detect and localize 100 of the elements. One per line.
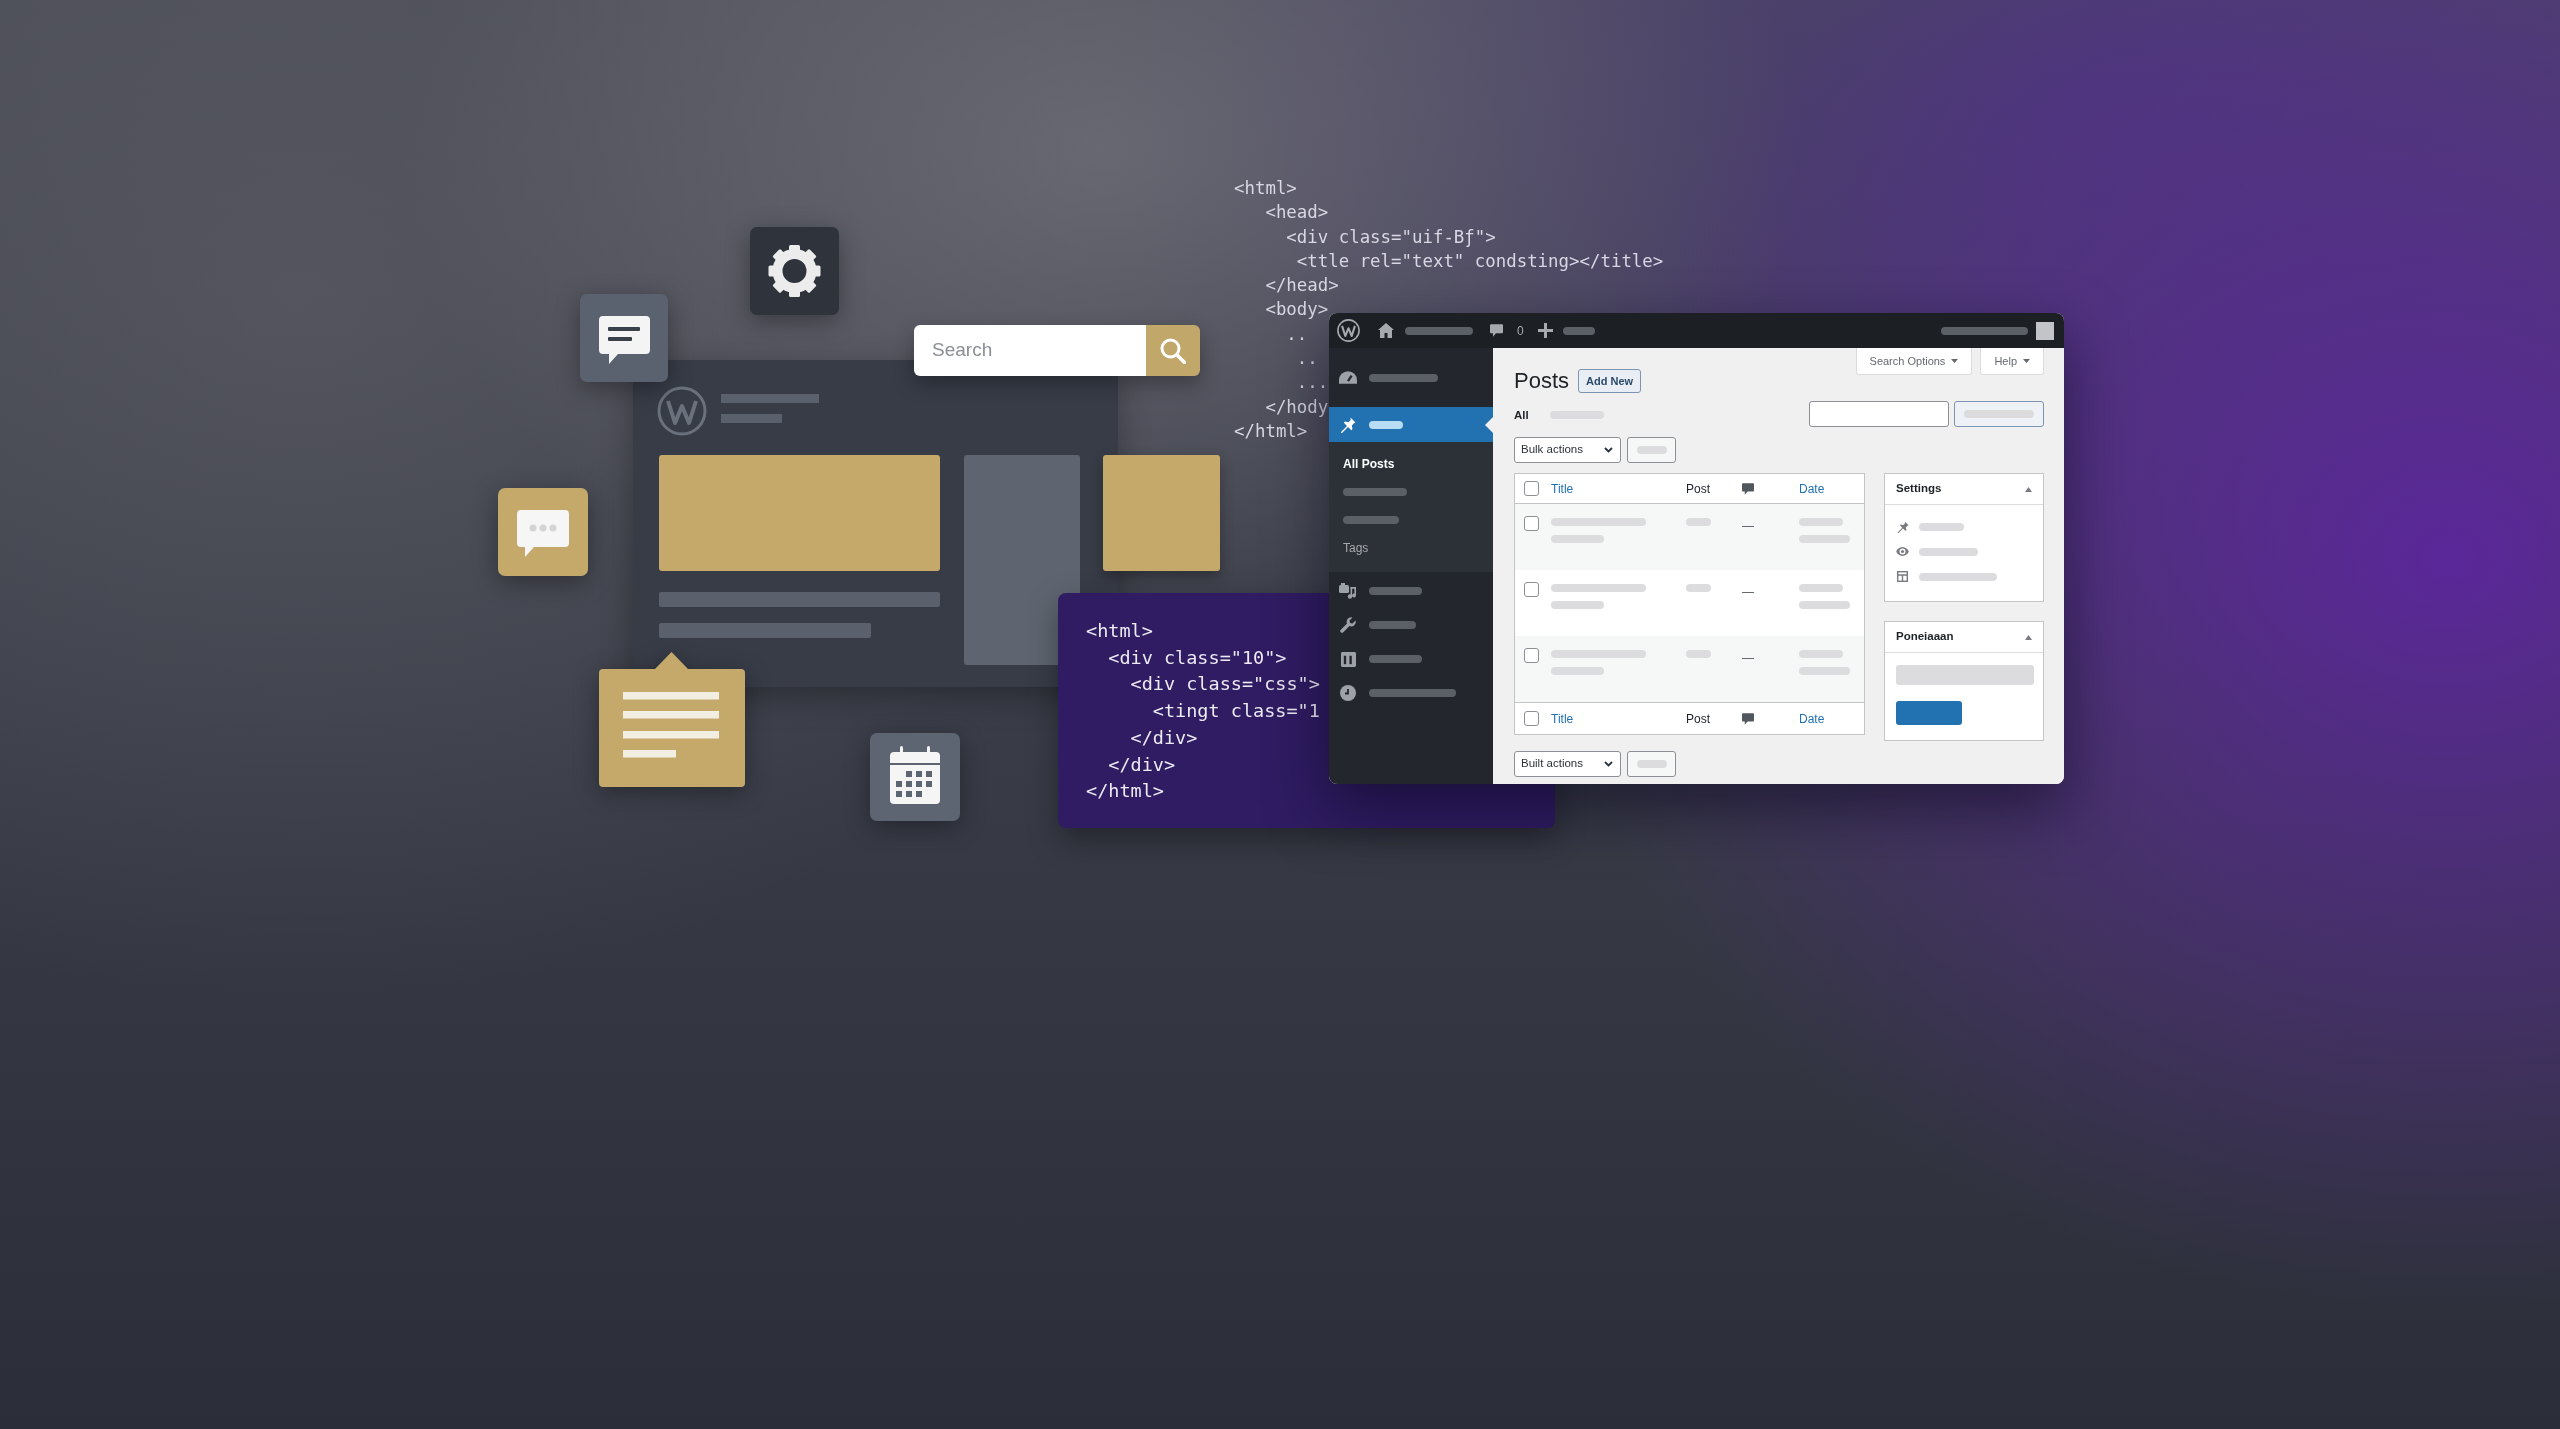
wrench-icon: [1340, 617, 1356, 633]
pin-icon: [1896, 520, 1909, 533]
pin-icon: [1340, 416, 1356, 433]
logo-icon: [657, 386, 707, 436]
caret-icon[interactable]: [2025, 486, 2032, 492]
input-field[interactable]: [1896, 665, 2034, 685]
comment-icon: [1742, 482, 1754, 495]
column-header[interactable]: Date: [1799, 709, 1825, 728]
placeholder-line: [1686, 650, 1711, 658]
column-header: Post: [1686, 480, 1710, 498]
filter-link[interactable]: All: [1514, 406, 1529, 424]
code-line: <html>: [1234, 177, 1297, 200]
placeholder-line: [1369, 655, 1422, 663]
caret-icon[interactable]: [2025, 634, 2032, 640]
code-line: ..: [1286, 322, 1308, 346]
column-header: Post: [1686, 710, 1710, 728]
eye-icon: [1896, 547, 1909, 556]
submenu-item[interactable]: Tags: [1343, 539, 1369, 557]
box-title: Poneiaaan: [1896, 629, 1954, 645]
placeholder-line: [1551, 535, 1604, 543]
code-line: <body>: [1265, 298, 1329, 322]
text-note-icon[interactable]: [599, 651, 745, 787]
gauge-icon: [1339, 371, 1357, 384]
home-icon[interactable]: [1378, 323, 1394, 338]
code-line: </hody: [1265, 395, 1329, 419]
bulk-actions-dropdown[interactable]: Bulk actions: [1514, 437, 1621, 463]
checkbox[interactable]: [1524, 711, 1539, 726]
comment-icon: [1742, 712, 1754, 725]
bulk-actions-dropdown[interactable]: Built actions: [1514, 751, 1621, 777]
placeholder-line: [1551, 667, 1604, 675]
apply-button[interactable]: [1627, 437, 1676, 463]
checkbox[interactable]: [1524, 582, 1539, 597]
clock-icon: [1340, 685, 1356, 701]
code-line: ...: [1296, 371, 1329, 395]
dropdown-tab[interactable]: Search Options: [1855, 348, 1973, 375]
placeholder-line: [1686, 518, 1711, 526]
code-line: <div class="10">: [1108, 645, 1287, 670]
code-line: <head>: [1265, 201, 1329, 225]
checkbox[interactable]: [1524, 481, 1539, 496]
chevron-down-icon: [1604, 447, 1613, 453]
placeholder-line: [1919, 522, 1964, 531]
caret-icon: [1951, 359, 1959, 363]
code-line: ..: [1296, 347, 1318, 371]
table-row[interactable]: —: [1515, 570, 1864, 636]
comment-icon[interactable]: [1490, 324, 1503, 337]
search-submit-button[interactable]: [1954, 401, 2044, 427]
placeholder-line: [1964, 410, 2034, 418]
placeholder-line: [1405, 326, 1473, 335]
chevron-down-icon: [1604, 761, 1613, 767]
menu-item[interactable]: [1329, 407, 1493, 442]
column-header[interactable]: Date: [1799, 479, 1825, 498]
code-line: <ttle rel="text" condsting></title>: [1296, 249, 1664, 273]
placeholder-line: [1551, 601, 1604, 609]
search-field[interactable]: [1809, 401, 1949, 427]
apply-button[interactable]: [1627, 751, 1676, 777]
placeholder-line: [1369, 621, 1416, 629]
placeholder-line: [1799, 584, 1843, 592]
camera-note-icon: [1339, 583, 1357, 599]
placeholder-line: [1799, 518, 1843, 526]
placeholder-line: [1799, 601, 1850, 609]
code-line: </head>: [1265, 274, 1339, 298]
placeholder-line: [1799, 535, 1850, 543]
table-cell: —: [1742, 586, 1754, 598]
column-header[interactable]: Title: [1551, 479, 1574, 498]
table-cell: —: [1742, 520, 1754, 532]
submenu-item[interactable]: All Posts: [1343, 455, 1395, 473]
calendar-icon[interactable]: [870, 733, 960, 821]
caret-icon: [2023, 359, 2030, 363]
search-button[interactable]: [1146, 325, 1200, 376]
layout-icon: [1897, 571, 1908, 582]
logo-icon[interactable]: [1337, 319, 1360, 342]
panel-icon: [1340, 651, 1356, 667]
chat-bubble-icon[interactable]: [580, 294, 668, 382]
placeholder-line: [1919, 547, 1978, 556]
table-row[interactable]: —: [1515, 504, 1864, 570]
table-cell: —: [1742, 652, 1754, 664]
code-line: <html>: [1086, 619, 1153, 643]
plus-icon[interactable]: [1537, 323, 1553, 338]
search-field[interactable]: Search: [914, 325, 1146, 376]
avatar-icon[interactable]: [2036, 321, 2054, 340]
code-line: <tingt class="1: [1152, 699, 1320, 724]
checkbox[interactable]: [1524, 516, 1539, 531]
search-icon: [1160, 337, 1186, 364]
placeholder-line: [1562, 326, 1595, 335]
placeholder-line: [1686, 584, 1711, 592]
placeholder-line: [1799, 650, 1843, 658]
table-row[interactable]: —: [1515, 636, 1864, 702]
code-line: <div class="css">: [1130, 672, 1320, 697]
gear-icon[interactable]: [750, 227, 839, 315]
code-line: </html>: [1234, 419, 1308, 443]
column-header[interactable]: Title: [1551, 709, 1574, 728]
add-new-button[interactable]: Add New: [1578, 369, 1642, 393]
dropdown-tab[interactable]: Help: [1980, 348, 2044, 375]
code-line: </div>: [1108, 752, 1176, 777]
page-title: Posts: [1514, 369, 1570, 393]
placeholder-line: [1636, 760, 1667, 768]
checkbox[interactable]: [1524, 648, 1539, 663]
placeholder-line: [1369, 420, 1403, 429]
code-line: </div>: [1130, 725, 1198, 750]
box-title: Settings: [1896, 481, 1942, 497]
